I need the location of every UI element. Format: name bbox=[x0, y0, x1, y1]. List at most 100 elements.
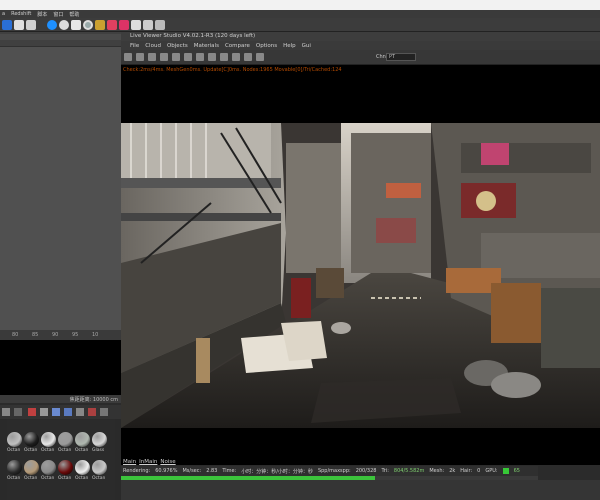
render-icon[interactable] bbox=[14, 20, 24, 30]
material-label: Octan bbox=[75, 476, 89, 481]
time-value: 小时：分钟：秒/小时：分钟：秒 bbox=[241, 468, 313, 475]
menu-item-window[interactable]: 窗口 bbox=[53, 11, 63, 18]
sphere-icon[interactable] bbox=[47, 20, 57, 30]
material-label: Octan bbox=[41, 448, 55, 453]
clay-icon[interactable] bbox=[184, 53, 192, 61]
delete-icon[interactable] bbox=[88, 408, 96, 416]
gpu-indicator bbox=[502, 468, 509, 474]
ruler-tick: 90 bbox=[52, 332, 59, 338]
settings-icon[interactable] bbox=[143, 20, 153, 30]
material-label: Octan bbox=[58, 448, 72, 453]
focus-icon[interactable] bbox=[208, 53, 216, 61]
main-menubar: a Redshift 脚本 窗口 帮助 bbox=[0, 10, 600, 18]
target-icon[interactable] bbox=[83, 20, 93, 30]
octane-icon[interactable] bbox=[119, 20, 129, 30]
file-icon[interactable] bbox=[2, 408, 10, 416]
lv-menu-options[interactable]: Options bbox=[256, 43, 277, 49]
menu-item-script[interactable]: 脚本 bbox=[37, 11, 47, 18]
material-swatch[interactable] bbox=[7, 432, 22, 447]
spp-value: 200/328 bbox=[355, 468, 377, 474]
sun-icon[interactable] bbox=[95, 20, 105, 30]
camera-icon[interactable] bbox=[71, 20, 81, 30]
lv-menu-file[interactable]: File bbox=[130, 43, 139, 49]
channel-icon[interactable] bbox=[232, 53, 240, 61]
left-panel-tab[interactable] bbox=[0, 34, 121, 40]
stop-icon[interactable] bbox=[28, 408, 36, 416]
hair-value: 0 bbox=[477, 468, 481, 474]
material-swatch[interactable] bbox=[92, 432, 107, 447]
lv-status-text: Check:2ms/4ms. MeshGen0ms. Update[C]0ms.… bbox=[123, 67, 342, 73]
lock-icon[interactable] bbox=[172, 53, 180, 61]
pin-icon[interactable] bbox=[244, 53, 252, 61]
focal-distance: 焦距距离: 10000 cm bbox=[69, 397, 118, 403]
region-icon[interactable] bbox=[196, 53, 204, 61]
material-swatch[interactable] bbox=[7, 460, 22, 475]
tab-main[interactable]: Main bbox=[123, 459, 136, 465]
material-grid: Octan Octan Octan Octan Octan Glass Octan Octan… bbox=[7, 432, 109, 500]
refresh-icon[interactable] bbox=[100, 408, 108, 416]
tab-noise[interactable]: Noise bbox=[160, 459, 175, 465]
view-icon[interactable] bbox=[2, 20, 12, 30]
material-icon[interactable] bbox=[107, 20, 117, 30]
lv-title: Live Viewer Studio V4.02.1-R3 (120 days … bbox=[130, 33, 256, 39]
left-panel bbox=[0, 32, 121, 332]
render-image[interactable] bbox=[121, 123, 600, 428]
material-swatch[interactable] bbox=[58, 432, 73, 447]
ruler-tick: 10 bbox=[92, 332, 99, 338]
tri-value: 804/5.582m bbox=[393, 468, 425, 474]
edit-icon[interactable] bbox=[14, 408, 22, 416]
lv-tabs: Main InMain Noise bbox=[123, 459, 176, 465]
tab-inmain[interactable]: InMain bbox=[139, 459, 157, 465]
lv-menu-help[interactable]: Help bbox=[283, 43, 296, 49]
material-swatch[interactable] bbox=[75, 460, 90, 475]
pause-icon[interactable] bbox=[148, 53, 156, 61]
film-icon[interactable] bbox=[155, 20, 165, 30]
material-swatch[interactable] bbox=[41, 432, 56, 447]
material-label: Octan bbox=[7, 448, 21, 453]
texture-icon[interactable] bbox=[52, 408, 60, 416]
ms-value: 2.83 bbox=[206, 468, 218, 474]
lv-menu-cloud[interactable]: Cloud bbox=[145, 43, 161, 49]
menu-item-redshift[interactable]: Redshift bbox=[11, 11, 31, 17]
lv-menu-compare[interactable]: Compare bbox=[225, 43, 250, 49]
material-swatch[interactable] bbox=[75, 432, 90, 447]
pick-icon[interactable] bbox=[256, 53, 264, 61]
hair-label: Hair: bbox=[460, 468, 473, 474]
ruler-tick: 80 bbox=[12, 332, 19, 338]
left-panel-header bbox=[0, 32, 121, 47]
lv-menu-materials[interactable]: Materials bbox=[194, 43, 219, 49]
gpu-value: 65 bbox=[513, 468, 520, 474]
lv-menu-gui[interactable]: Gui bbox=[302, 43, 311, 49]
material-label: Octan bbox=[58, 476, 72, 481]
light-icon[interactable] bbox=[59, 20, 69, 30]
settings-icon[interactable] bbox=[124, 53, 132, 61]
lv-menubar: File Cloud Objects Materials Compare Opt… bbox=[121, 41, 600, 50]
material-swatch[interactable] bbox=[41, 460, 56, 475]
time-label: Time: bbox=[222, 468, 237, 474]
grid-icon[interactable] bbox=[131, 20, 141, 30]
tool-icon[interactable] bbox=[26, 20, 36, 30]
channel-select[interactable]: PT bbox=[386, 53, 416, 61]
stop-icon[interactable] bbox=[160, 53, 168, 61]
material-swatch[interactable] bbox=[58, 460, 73, 475]
color-picker-icon[interactable] bbox=[220, 53, 228, 61]
function-icon[interactable] bbox=[40, 408, 48, 416]
tri-label: Tri: bbox=[381, 468, 389, 474]
timeline-ruler[interactable]: 80 85 90 95 10 bbox=[0, 330, 121, 340]
focal-bar: 焦距距离: 10000 cm bbox=[0, 395, 121, 403]
material-swatch[interactable] bbox=[24, 460, 39, 475]
preview-panel bbox=[0, 340, 121, 395]
material-swatch[interactable] bbox=[92, 460, 107, 475]
lv-menu-objects[interactable]: Objects bbox=[167, 43, 188, 49]
help-icon[interactable] bbox=[76, 408, 84, 416]
reset-icon[interactable] bbox=[136, 53, 144, 61]
lv-toolbar: Chn: PT bbox=[121, 50, 600, 65]
material-swatch[interactable] bbox=[24, 432, 39, 447]
mesh-label: Mesh: bbox=[429, 468, 445, 474]
menu-item-help[interactable]: 帮助 bbox=[69, 11, 79, 18]
node-icon[interactable] bbox=[64, 408, 72, 416]
material-label: Octan bbox=[24, 448, 38, 453]
menu-item-0[interactable]: a bbox=[2, 11, 5, 17]
spp-label: Spp/maxspp: bbox=[317, 468, 351, 474]
lv-titlebar[interactable]: Live Viewer Studio V4.02.1-R3 (120 days … bbox=[121, 32, 600, 41]
